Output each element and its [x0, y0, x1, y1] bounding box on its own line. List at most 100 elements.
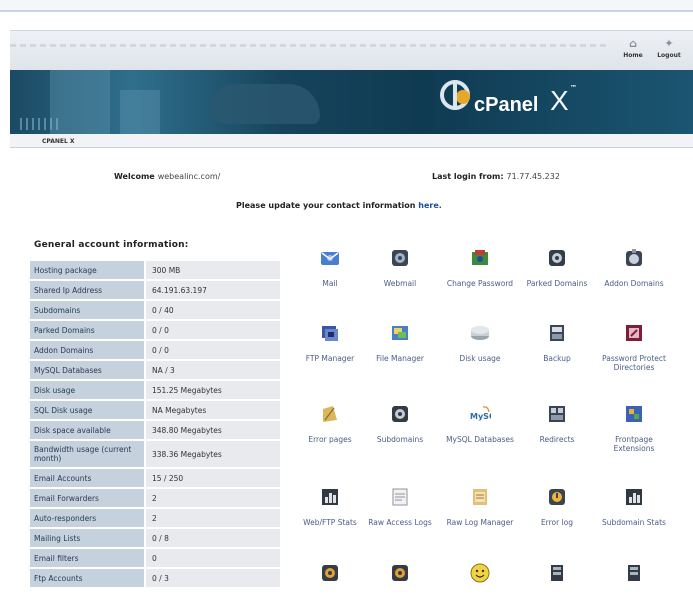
webmail-link[interactable]: Webmail	[360, 247, 440, 288]
icon-label: Subdomain Stats	[602, 518, 666, 527]
icon-label: Change Password	[446, 279, 514, 288]
speaker-link[interactable]	[290, 562, 370, 594]
last-login-ip: 71.77.45.232	[506, 172, 560, 181]
subdomain-stats-icon	[623, 486, 645, 508]
breadcrumb[interactable]: CPANEL X	[42, 138, 75, 145]
contact-info-link[interactable]: here.	[418, 201, 442, 210]
icon-label: Error pages	[308, 435, 352, 444]
addon-domains-link[interactable]: Addon Domains	[594, 247, 674, 288]
ftp-manager-link[interactable]: FTP Manager	[290, 322, 370, 363]
password-protect-icon	[623, 322, 645, 344]
icon-label: Subdomains	[376, 435, 424, 444]
icon-label: Raw Log Manager	[446, 518, 514, 527]
web-ftp-stats-link[interactable]: Web/FTP Stats	[290, 486, 370, 527]
info-label: Auto-responders	[30, 509, 146, 527]
info-label: Shared Ip Address	[30, 281, 146, 299]
info-value: 300 MB	[146, 261, 280, 279]
table-row: MySQL Databases NA / 3	[30, 361, 280, 379]
home-label: Home	[623, 52, 643, 59]
info-value: 348.80 Megabytes	[146, 421, 280, 439]
info-value: 151.25 Megabytes	[146, 381, 280, 399]
disk-usage-link[interactable]: Disk usage	[440, 322, 520, 363]
table-row: Mailing Lists 0 / 8	[30, 529, 280, 547]
change-password-link[interactable]: Change Password	[440, 247, 520, 288]
browser-top-strip	[0, 0, 693, 12]
info-label: Email Accounts	[30, 469, 146, 487]
parked-domains-link[interactable]: Parked Domains	[517, 247, 597, 288]
icon-label: Password Protect Directories	[602, 354, 666, 372]
backup-link[interactable]: Backup	[517, 322, 597, 363]
brand-trademark: ™	[570, 84, 577, 92]
icon-label: Backup	[543, 354, 571, 363]
brand-version: X	[550, 85, 569, 116]
info-value: 0 / 8	[146, 529, 280, 547]
raw-access-logs-link[interactable]: Raw Access Logs	[360, 486, 440, 527]
frontpage-link[interactable]: Frontpage Extensions	[594, 403, 674, 453]
icon-label: Redirects	[539, 435, 575, 444]
mail-icon	[319, 247, 341, 269]
raw-log-manager-link[interactable]: Raw Log Manager	[440, 486, 520, 527]
file-manager-link[interactable]: File Manager	[360, 322, 440, 363]
speaker-link[interactable]	[360, 562, 440, 594]
account-info-title: General account information:	[34, 240, 189, 250]
server-link[interactable]	[517, 562, 597, 594]
icon-label: Error log	[540, 518, 574, 527]
home-button[interactable]: ⌂ Home	[616, 38, 650, 60]
mysql-link[interactable]: MySQL MySQL Databases	[440, 403, 520, 444]
table-row: SQL Disk usage NA Megabytes	[30, 401, 280, 419]
table-row: Shared Ip Address 64.191.63.197	[30, 281, 280, 299]
logout-button[interactable]: ✦ Logout	[652, 38, 686, 60]
brand-name: cPanel	[474, 94, 539, 116]
error-pages-link[interactable]: Error pages	[290, 403, 370, 444]
redirects-icon	[546, 403, 568, 425]
table-row: Disk usage 151.25 Megabytes	[30, 381, 280, 399]
info-label: Email Forwarders	[30, 489, 146, 507]
table-row: Bandwidth usage (current month) 338.36 Me…	[30, 441, 280, 467]
subdomains-icon	[389, 403, 411, 425]
addon-domains-icon	[623, 247, 645, 269]
info-label: Ftp Accounts	[30, 569, 146, 587]
table-row: Disk space available 348.80 Megabytes	[30, 421, 280, 439]
redirects-link[interactable]: Redirects	[517, 403, 597, 444]
breadcrumb-bar	[10, 134, 693, 148]
table-row: Parked Domains 0 / 0	[30, 321, 280, 339]
icon-label: Parked Domains	[526, 279, 588, 288]
last-login-label: Last login from:	[432, 172, 504, 181]
info-value: 2	[146, 489, 280, 507]
subdomain-stats-link[interactable]: Subdomain Stats	[594, 486, 674, 527]
info-label: Hosting package	[30, 261, 146, 279]
table-row: Ftp Accounts 0 / 3	[30, 569, 280, 587]
icon-label: FTP Manager	[305, 354, 355, 363]
icon-label: Addon Domains	[604, 279, 664, 288]
info-label: Disk usage	[30, 381, 146, 399]
info-value: NA / 3	[146, 361, 280, 379]
info-label: Bandwidth usage (current month)	[30, 441, 146, 467]
contact-notice: Please update your contact information h…	[236, 201, 442, 210]
subdomains-link[interactable]: Subdomains	[360, 403, 440, 444]
mail-link[interactable]: Mail	[290, 247, 370, 288]
server-link[interactable]	[594, 562, 674, 594]
table-row: Hosting package 300 MB	[30, 261, 280, 279]
svg-text:MySQL: MySQL	[470, 412, 491, 421]
web-ftp-stats-icon	[319, 486, 341, 508]
error-pages-icon	[319, 403, 341, 425]
info-value: 0 / 3	[146, 569, 280, 587]
navigation-bar	[10, 30, 693, 70]
icon-label: Mail	[322, 279, 338, 288]
info-label: Subdomains	[30, 301, 146, 319]
mysql-icon: MySQL	[469, 403, 501, 425]
header-banner	[10, 70, 693, 134]
info-value: 0 / 0	[146, 341, 280, 359]
info-label: Mailing Lists	[30, 529, 146, 547]
smiley-link[interactable]	[440, 562, 520, 594]
speaker-icon	[389, 562, 411, 584]
ftp-manager-icon	[319, 322, 341, 344]
icon-label: Webmail	[383, 279, 417, 288]
cpanel-logo-icon	[440, 80, 470, 110]
info-label: Disk space available	[30, 421, 146, 439]
info-label: SQL Disk usage	[30, 401, 146, 419]
table-row: Email Forwarders 2	[30, 489, 280, 507]
notice-text: Please update your contact information	[236, 201, 416, 210]
error-log-link[interactable]: Error log	[517, 486, 597, 527]
password-protect-link[interactable]: Password Protect Directories	[594, 322, 674, 372]
